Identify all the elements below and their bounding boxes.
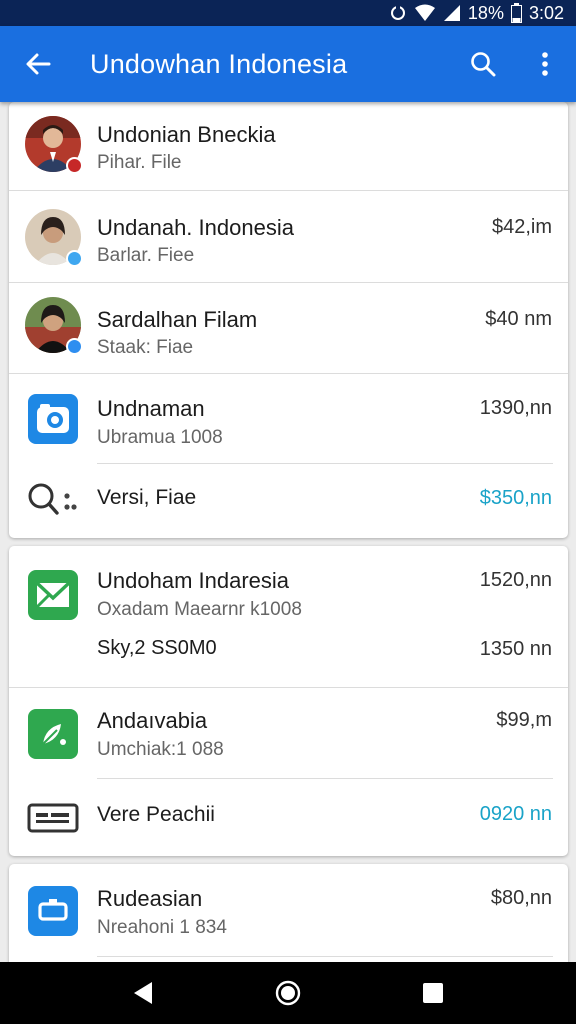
record-badge-icon [66,157,83,174]
list-item[interactable]: Versi, Fiae $350,nn [9,464,568,538]
status-bar: 18% 3:02 [0,0,576,26]
page-title: Undowhan Indonesia [90,48,348,79]
item-title: Undanah. Indonesia [97,215,294,240]
battery-icon [510,3,522,23]
list-item[interactable]: Undanah. Indonesia Barlar. Fiee $42,im [9,191,568,282]
list-item[interactable]: Vere Peachii 0920 nn [9,779,568,856]
card-group-1: Undonian Bneckia Pihar. File Undanah. In… [9,102,568,538]
item-subtitle: Ubramua 1008 [97,427,223,448]
cell-signal-icon [443,4,461,22]
camera-app-icon [28,394,78,444]
avatar [25,297,83,355]
overflow-menu-button[interactable] [514,26,576,102]
item-title: Sardalhan Filam [97,307,258,332]
avatar [25,209,83,267]
search-button[interactable] [452,26,514,102]
list-item[interactable]: Undnaman Ubramua 1008 1390,nn [9,374,568,464]
list-item[interactable]: Undoham Indaresia Oxadam Maearnr k1008 1… [9,546,568,687]
app-bar: Undowhan Indonesia [0,26,576,102]
more-vert-icon [542,52,548,76]
content-list: Undonian Bneckia Pihar. File Undanah. In… [0,102,576,962]
item-title: Vere Peachii [97,803,215,826]
leaf-app-icon [28,709,78,759]
item-amount: $42,im [491,216,552,238]
nav-recents-button[interactable] [403,962,463,1024]
id-card-icon [27,803,79,838]
circle-home-icon [275,980,301,1006]
item-amount: $99,m [496,709,552,731]
card-group-2: Undoham Indaresia Oxadam Maearnr k1008 1… [9,546,568,856]
item-amount: $40 nm [485,308,552,330]
item-detail-amount: 1350 nn [479,638,552,660]
back-button[interactable] [0,26,76,102]
item-amount: 1520,nn [479,569,552,591]
verified-badge-icon [66,338,83,355]
search-icon [471,52,496,77]
triangle-back-icon [133,982,152,1004]
item-subtitle: Nreahoni 1 834 [97,917,227,938]
item-title: Versi, Fiae [97,486,197,509]
clock: 3:02 [528,2,564,23]
item-subtitle: Oxadam Maearnr k1008 [97,599,302,620]
item-amount: $80,nn [490,887,552,909]
mail-app-icon [28,570,78,620]
avatar [25,116,83,174]
list-item[interactable]: Sardalhan Filam Staak: Fiae $40 nm [9,283,568,373]
item-amount: 1390,nn [479,397,552,419]
list-item[interactable]: Rudeasian Nreahoni 1 834 $80,nn [9,864,568,956]
verified-badge-icon [66,250,83,267]
battery-percent: 18% [467,2,504,23]
search-more-icon [27,482,85,523]
item-detail: Sky,2 SS0M0 [97,637,217,659]
nav-home-button[interactable] [258,962,318,1024]
item-subtitle: Umchiak:1 088 [97,739,224,760]
list-item[interactable]: Andaıvabia Umchiak:1 088 $99,m [9,688,568,778]
nav-back-button[interactable] [113,962,173,1024]
divider [97,956,553,957]
item-amount: 0920 nn [479,803,552,825]
system-nav-bar [0,962,576,1024]
item-title: Undonian Bneckia [97,122,276,147]
item-title: Undoham Indaresia [97,568,290,593]
item-subtitle: Staak: Fiae [97,337,194,358]
list-item[interactable]: Undonian Bneckia Pihar. File [9,102,568,190]
drive-app-icon [28,886,78,936]
item-title: Andaıvabia [97,708,208,733]
card-group-3: Rudeasian Nreahoni 1 834 $80,nn [9,864,568,962]
wifi-icon [414,4,436,22]
item-subtitle: Barlar. Fiee [97,245,195,266]
item-amount: $350,nn [479,487,552,509]
item-title: Rudeasian [97,886,203,911]
sync-icon [389,4,407,22]
arrow-left-icon [26,53,51,75]
item-title: Undnaman [97,396,205,421]
square-recents-icon [423,983,444,1003]
item-subtitle: Pihar. File [97,152,182,173]
